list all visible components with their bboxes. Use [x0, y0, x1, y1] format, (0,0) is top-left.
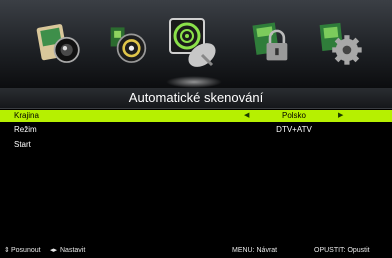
settings-menu: Krajina ◀ Polsko ▶ Režim DTV+ATV Start — [0, 109, 392, 239]
hint-move: Posunout — [11, 247, 41, 254]
menu-row-label: Režim — [14, 125, 37, 134]
lock-icon — [252, 22, 288, 61]
menu-row-value: DTV+ATV — [276, 125, 312, 134]
menu-tab-lock[interactable] — [240, 12, 300, 74]
setup-gear-icon — [319, 22, 362, 65]
picture-icon — [36, 24, 80, 63]
hint-back: MENU: Návrat — [232, 247, 278, 254]
hint-set: Nastavit — [60, 247, 86, 254]
menu-row-start[interactable]: Start — [0, 139, 392, 151]
updown-arrows-icon: ⇕ — [4, 247, 10, 254]
page-title: Automatické skenování — [0, 88, 392, 109]
sound-icon — [110, 27, 147, 63]
main-menu-icon-bar — [0, 0, 392, 88]
menu-tab-setup[interactable] — [310, 12, 370, 74]
menu-tab-channel[interactable] — [164, 12, 224, 88]
menu-row-rezim[interactable]: Režim DTV+ATV — [0, 124, 392, 136]
leftright-arrows-icon: ◂▸ — [50, 247, 58, 254]
channel-search-icon — [169, 18, 216, 67]
arrow-right-icon[interactable]: ▶ — [338, 110, 343, 122]
menu-row-krajina[interactable]: Krajina ◀ Polsko ▶ — [0, 110, 392, 122]
hint-exit: OPUSTIT: Opustit — [314, 247, 370, 254]
menu-tab-picture[interactable] — [28, 12, 88, 74]
menu-tab-sound[interactable] — [98, 12, 158, 74]
arrow-left-icon[interactable]: ◀ — [244, 110, 249, 122]
menu-row-label: Krajina — [14, 111, 39, 120]
menu-row-label: Start — [14, 140, 31, 149]
hint-bar: ⇕ Posunout ◂▸ Nastavit MENU: Návrat OPUS… — [0, 244, 392, 258]
menu-row-value: Polsko — [281, 111, 306, 120]
